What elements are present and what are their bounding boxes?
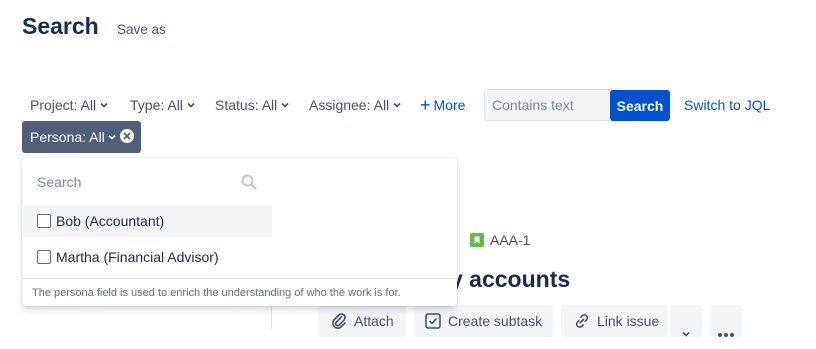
switch-to-jql-link[interactable]: Switch to JQL xyxy=(684,89,770,121)
more-icon xyxy=(716,317,736,349)
link-issue-label: Link issue xyxy=(597,313,660,329)
close-circle-icon[interactable] xyxy=(120,129,134,143)
filter-persona-label: Persona: All xyxy=(30,129,105,145)
filter-assignee-label: Assignee: All xyxy=(309,97,390,113)
filter-status[interactable]: Status: All xyxy=(215,89,289,121)
chevron-down-icon xyxy=(187,101,195,109)
filter-project-label: Project: All xyxy=(30,97,97,113)
plus-icon: + xyxy=(420,95,431,115)
issue-title[interactable]: y accounts xyxy=(450,266,570,293)
link-issue-button[interactable]: Link issue xyxy=(561,305,668,337)
persona-dropdown: Bob (Accountant) Martha (Financial Advis… xyxy=(22,158,457,306)
page-title: Search xyxy=(22,13,99,39)
chevron-down-icon xyxy=(100,101,108,109)
issue-key[interactable]: AAA-1 xyxy=(470,231,530,249)
create-subtask-button[interactable]: Create subtask xyxy=(414,305,553,337)
persona-search-input[interactable] xyxy=(37,168,267,196)
chevron-down-icon xyxy=(393,101,401,109)
attach-label: Attach xyxy=(354,313,394,329)
persona-option[interactable]: Martha (Financial Advisor) xyxy=(22,241,272,273)
subtask-icon xyxy=(424,309,442,329)
checkbox[interactable] xyxy=(37,250,51,264)
bookmark-icon xyxy=(470,233,484,247)
persona-option-label: Bob (Accountant) xyxy=(56,213,165,229)
filter-bar: Project: All Type: All Status: All Assig… xyxy=(22,89,802,121)
paperclip-icon xyxy=(330,309,348,329)
dropdown-divider xyxy=(22,278,457,279)
issue-key-label: AAA-1 xyxy=(490,232,531,248)
chevron-down-icon xyxy=(281,101,289,109)
checkbox[interactable] xyxy=(37,214,51,228)
more-options-button[interactable] xyxy=(710,305,742,337)
search-button[interactable]: Search xyxy=(610,90,670,121)
filter-project[interactable]: Project: All xyxy=(30,89,108,121)
filter-assignee[interactable]: Assignee: All xyxy=(309,89,401,121)
filter-type-label: Type: All xyxy=(130,97,183,113)
persona-option-label: Martha (Financial Advisor) xyxy=(56,249,219,265)
persona-help-text: The persona field is used to enrich the … xyxy=(32,287,401,299)
filter-persona[interactable]: Persona: All xyxy=(22,121,141,153)
create-subtask-label: Create subtask xyxy=(448,313,543,329)
persona-option[interactable]: Bob (Accountant) xyxy=(22,205,272,237)
more-filters-button[interactable]: + More xyxy=(420,89,465,121)
filter-type[interactable]: Type: All xyxy=(130,89,195,121)
link-icon xyxy=(573,309,591,328)
save-as-link[interactable]: Save as xyxy=(117,22,166,37)
attach-button[interactable]: Attach xyxy=(318,305,406,337)
search-icon xyxy=(240,173,258,191)
chevron-down-icon xyxy=(682,317,690,349)
chevron-down-icon xyxy=(108,133,116,141)
more-actions-dropdown[interactable] xyxy=(670,305,702,337)
more-filters-label: More xyxy=(433,97,466,113)
filter-status-label: Status: All xyxy=(215,97,278,113)
contains-text-input[interactable] xyxy=(484,89,619,121)
